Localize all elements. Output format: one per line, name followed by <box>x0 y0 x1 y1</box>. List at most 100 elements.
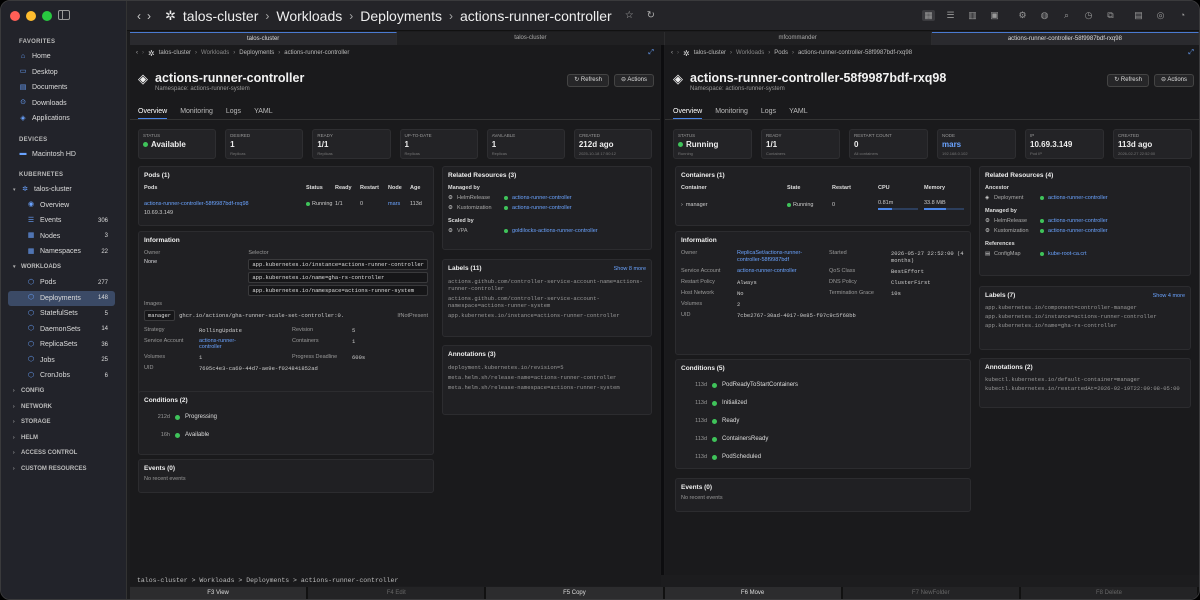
sidebar-item-namespaces[interactable]: ▦ Namespaces 22 <box>1 244 126 260</box>
back-icon[interactable]: ‹ <box>137 9 141 23</box>
crumb-item[interactable]: Deployments <box>239 50 274 56</box>
f5-copy-button[interactable]: F5 Copy <box>486 587 665 599</box>
pod-link[interactable]: actions-runner-controller-58f9987bdf-rxq… <box>144 201 306 207</box>
sidebar-toggle-icon[interactable] <box>58 10 70 20</box>
tab-monitoring[interactable]: Monitoring <box>715 103 748 119</box>
crumb-item[interactable]: talos-cluster <box>694 50 726 56</box>
related-link[interactable]: actions-runner-controller <box>512 195 572 201</box>
sidebar-item-downloads[interactable]: ⊙ Downloads <box>1 96 126 112</box>
sidebar-group-config[interactable]: › CONFIG <box>1 384 126 400</box>
globe-icon[interactable]: ◍ <box>1038 10 1051 21</box>
gear-icon[interactable]: ⚙ <box>1016 10 1029 21</box>
eye-icon[interactable]: ◎ <box>1154 10 1167 21</box>
sidebar-group-workloads[interactable]: ▾ WORKLOADS <box>1 260 126 276</box>
actions-button[interactable]: ⊖ Actions <box>613 74 654 87</box>
node-link[interactable]: mars <box>388 201 410 207</box>
breadcrumb-cluster[interactable]: talos-cluster <box>183 8 258 24</box>
crumb-item[interactable]: Pods <box>774 50 788 56</box>
chevron-right-icon[interactable]: › <box>681 202 683 208</box>
tab-4[interactable]: actions-runner-controller-58f9987bdf-rxq… <box>931 32 1199 45</box>
sidebar-group-helm[interactable]: › HELM <box>1 430 126 446</box>
sidebar-item-overview[interactable]: ◉ Overview <box>1 198 126 214</box>
sidebar-item-nodes[interactable]: ▦ Nodes 3 <box>1 229 126 245</box>
related-link[interactable]: actions-runner-controller <box>1048 228 1108 234</box>
tab-2[interactable]: talos-cluster <box>397 32 665 45</box>
expand-icon[interactable]: ⤢ <box>1188 49 1194 57</box>
forward-icon[interactable]: › <box>147 9 151 23</box>
actions-button[interactable]: ⊖ Actions <box>1153 74 1194 87</box>
tab-overview[interactable]: Overview <box>673 103 703 119</box>
tab-yaml[interactable]: YAML <box>254 103 273 119</box>
related-link[interactable]: goldilocks-actions-runner-controller <box>512 228 598 234</box>
columns-view-icon[interactable]: ▥ <box>966 10 979 21</box>
service-account-link[interactable]: actions-runner-controller <box>737 268 797 275</box>
tab-overview[interactable]: Overview <box>138 103 168 119</box>
related-link[interactable]: kube-root-ca.crt <box>1048 251 1087 257</box>
sidebar-group-storage[interactable]: › STORAGE <box>1 415 126 431</box>
sidebar-group-custom-resources[interactable]: › CUSTOM RESOURCES <box>1 461 126 477</box>
breadcrumb-section[interactable]: Workloads <box>276 8 342 24</box>
table-row[interactable]: actions-runner-controller-58f9987bdf-rxq… <box>144 199 428 209</box>
minimize-button[interactable] <box>26 11 36 21</box>
sidebar-item-jobs[interactable]: ⬡ Jobs 25 <box>1 353 126 369</box>
back-icon[interactable]: ‹ <box>671 50 673 56</box>
sidebar-item-statefulsets[interactable]: ⬡ StatefulSets 5 <box>1 306 126 322</box>
service-account-link[interactable]: actions-runner-controller <box>199 338 254 350</box>
search-icon[interactable]: ⌕ <box>1060 10 1073 21</box>
sidebar-item-desktop[interactable]: ▭ Desktop <box>1 65 126 81</box>
sidebar-item-cluster[interactable]: ▾ ✲ talos-cluster <box>1 182 126 198</box>
tab-3[interactable]: mfcommander <box>664 32 932 45</box>
crumb-item[interactable]: actions-runner-controller-58f9987bdf-rxq… <box>798 50 912 56</box>
info-icon[interactable]: ▤ <box>1132 10 1145 21</box>
crumb-item[interactable]: talos-cluster <box>159 50 191 56</box>
f6-move-button[interactable]: F6 Move <box>664 587 843 599</box>
copy-icon[interactable]: ⧉ <box>1104 10 1117 21</box>
sidebar-item-home[interactable]: ⌂ Home <box>1 49 126 65</box>
tab-monitoring[interactable]: Monitoring <box>180 103 213 119</box>
pane-divider[interactable] <box>661 45 664 575</box>
clock-icon[interactable]: ◷ <box>1082 10 1095 21</box>
refresh-button[interactable]: ↻ Refresh <box>1107 74 1149 87</box>
sidebar-item-events[interactable]: ☰ Events 306 <box>1 213 126 229</box>
sidebar-item-pods[interactable]: ⬡ Pods 277 <box>1 275 126 291</box>
breadcrumb-name[interactable]: actions-runner-controller <box>460 8 612 24</box>
refresh-button[interactable]: ↻ Refresh <box>567 74 609 87</box>
sidebar-item-documents[interactable]: ▤ Documents <box>1 80 126 96</box>
close-button[interactable] <box>10 11 20 21</box>
tab-1[interactable]: talos-cluster <box>130 32 398 45</box>
sidebar-item-daemonsets[interactable]: ⬡ DaemonSets 14 <box>1 322 126 338</box>
tab-logs[interactable]: Logs <box>226 103 241 119</box>
back-icon[interactable]: ‹ <box>136 50 138 56</box>
related-link[interactable]: actions-runner-controller <box>512 205 572 211</box>
crumb-item[interactable]: Workloads <box>736 50 764 56</box>
expand-icon[interactable]: ⤢ <box>648 49 654 57</box>
crumb-item[interactable]: Workloads <box>201 50 229 56</box>
sidebar-item-cronjobs[interactable]: ⬡ CronJobs 6 <box>1 368 126 384</box>
related-link[interactable]: actions-runner-controller <box>1048 218 1108 224</box>
tab-yaml[interactable]: YAML <box>789 103 808 119</box>
sidebar-item-replicasets[interactable]: ⬡ ReplicaSets 36 <box>1 337 126 353</box>
f4-edit-button[interactable]: F4 Edit <box>308 587 487 599</box>
history-icon[interactable]: ◔ <box>1176 10 1189 21</box>
f3-view-button[interactable]: F3 View <box>130 587 309 599</box>
sidebar-item-applications[interactable]: ◈ Applications <box>1 111 126 127</box>
panes-view-icon[interactable]: ▣ <box>988 10 1001 21</box>
table-row[interactable]: › manager Running 0 0.81m 33.8 MiB <box>681 198 965 212</box>
breadcrumb-kind[interactable]: Deployments <box>360 8 442 24</box>
star-icon[interactable]: ☆ <box>625 10 634 21</box>
tab-logs[interactable]: Logs <box>761 103 776 119</box>
sidebar-item-macintosh-hd[interactable]: ▬ Macintosh HD <box>1 147 126 163</box>
sidebar-group-access-control[interactable]: › ACCESS CONTROL <box>1 446 126 462</box>
related-link[interactable]: actions-runner-controller <box>1048 195 1108 201</box>
owner-link[interactable]: ReplicaSet/actions-runner-controller-58f… <box>737 250 822 264</box>
zoom-button[interactable] <box>42 11 52 21</box>
show-more-link[interactable]: Show 8 more <box>614 266 646 272</box>
sidebar-item-deployments[interactable]: ⬡ Deployments 148 <box>8 290 115 306</box>
f7-newfolder-button[interactable]: F7 NewFolder <box>842 587 1021 599</box>
f8-delete-button[interactable]: F8 Delete <box>1020 587 1199 599</box>
node-link[interactable]: mars <box>942 140 1011 149</box>
sidebar-group-network[interactable]: › NETWORK <box>1 399 126 415</box>
forward-icon[interactable]: › <box>142 50 144 56</box>
reload-icon[interactable]: ↻ <box>647 10 655 21</box>
list-view-icon[interactable]: ☰ <box>944 10 957 21</box>
